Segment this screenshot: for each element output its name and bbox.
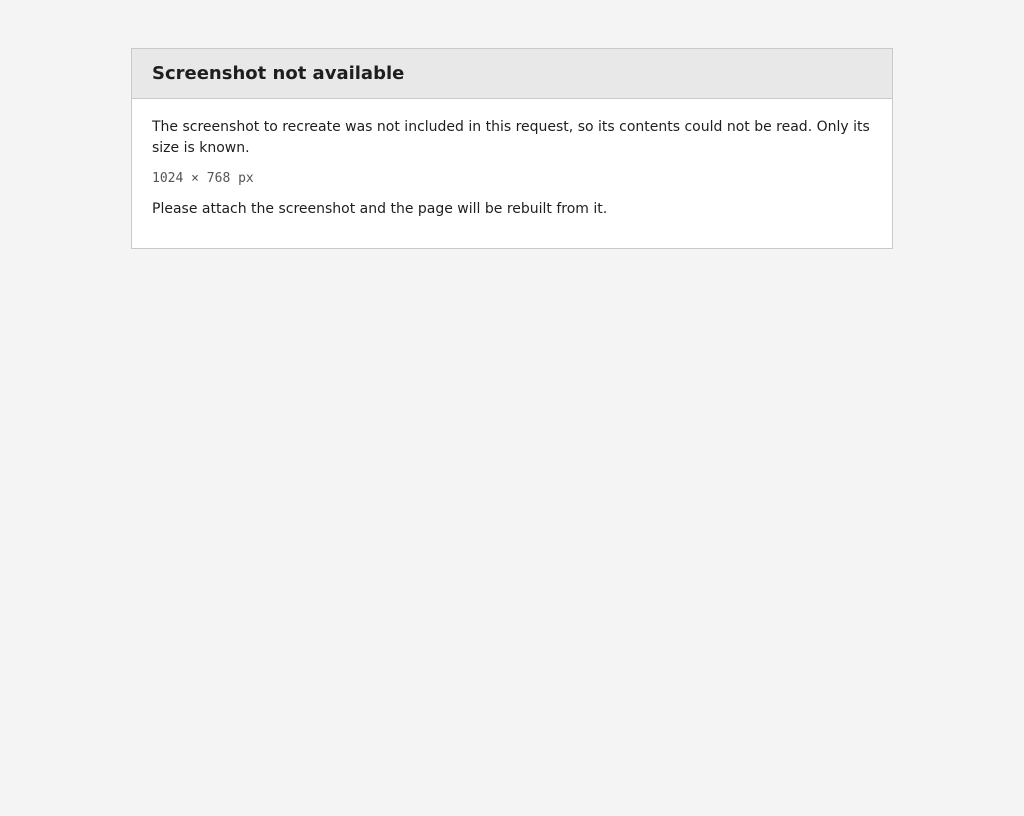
notice-heading: Screenshot not available [152, 63, 405, 84]
notice-message: The screenshot to recreate was not inclu… [152, 119, 870, 156]
missing-image-notice: Screenshot not available The screenshot … [131, 48, 893, 249]
notice-body: The screenshot to recreate was not inclu… [132, 99, 892, 248]
notice-size: 1024 × 768 px [152, 171, 254, 186]
notice-header: Screenshot not available [132, 49, 892, 99]
notice-request: Please attach the screenshot and the pag… [152, 200, 608, 217]
